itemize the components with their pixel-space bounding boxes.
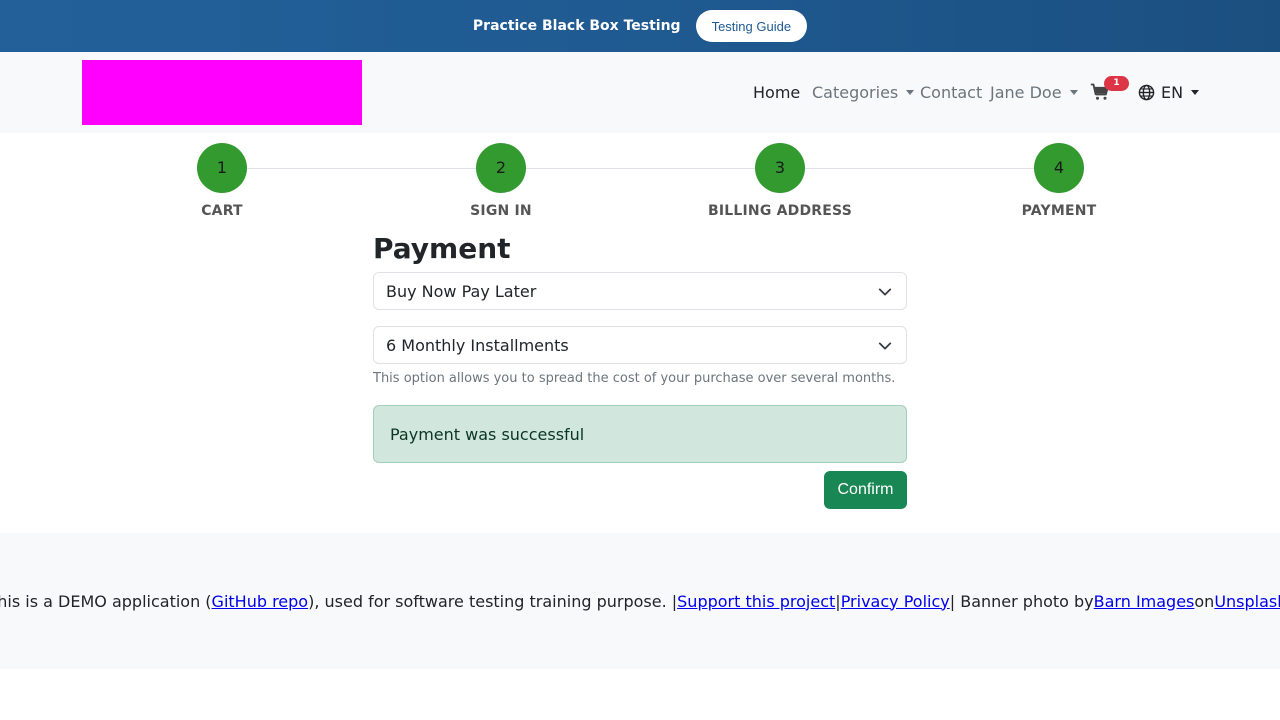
confirm-button[interactable]: Confirm [824,471,907,509]
footer-text: ), used for software testing training pu… [308,591,678,611]
cart-count-badge: 1 [1104,76,1129,91]
unsplash-link[interactable]: Unsplash [1214,592,1280,611]
nav-user-menu[interactable]: Jane Doe [990,52,1078,133]
step-billing-address: 3 BILLING ADDRESS [700,143,860,219]
step-sign-in: 2 SIGN IN [421,143,581,219]
stepper-line [222,168,1058,169]
footer-text: This is a DEMO application ( [0,591,212,611]
globe-icon [1138,84,1155,101]
nav-categories-dropdown[interactable]: Categories [812,52,915,133]
alert-text: Payment was successful [390,424,585,444]
nav-user-label: Jane Doe [990,83,1062,102]
payment-title: Payment [373,232,511,265]
payment-method-select[interactable]: Buy Now Pay Later [373,272,907,310]
language-dropdown[interactable]: EN [1138,52,1200,133]
footer-text: | Banner photo by [949,591,1094,611]
step-number: 1 [197,143,247,193]
chevron-down-icon [878,288,892,296]
navbar: Home Categories Contact Jane Doe 1 EN [0,52,1280,133]
step-number: 2 [476,143,526,193]
caret-down-icon [1069,90,1078,95]
caret-down-icon [906,90,915,95]
testing-guide-button[interactable]: Testing Guide [695,10,808,42]
step-number: 3 [755,143,805,193]
caret-down-icon [1191,90,1200,95]
installment-help-text: This option allows you to spread the cos… [373,371,896,386]
step-number: 4 [1034,143,1084,193]
step-cart: 1 CART [142,143,302,219]
barn-images-link[interactable]: Barn Images [1094,592,1195,611]
privacy-policy-link[interactable]: Privacy Policy [841,592,950,611]
footer: This is a DEMO application (GitHub repo)… [0,533,1280,669]
step-payment: 4 PAYMENT [979,143,1139,219]
github-repo-link[interactable]: GitHub repo [212,592,309,611]
installment-plan-value: 6 Monthly Installments [386,335,569,355]
top-banner: Practice Black Box Testing Testing Guide [0,0,1280,52]
chevron-down-icon [878,342,892,350]
language-label: EN [1161,83,1184,102]
step-label: CART [201,203,243,219]
logo[interactable] [82,60,362,125]
nav-home-label: Home [753,83,801,102]
payment-method-value: Buy Now Pay Later [386,281,537,301]
banner-text: Practice Black Box Testing [472,18,681,34]
nav-contact[interactable]: Contact [920,52,982,133]
installment-plan-select[interactable]: 6 Monthly Installments [373,326,907,364]
footer-text: on [1194,591,1215,611]
nav-contact-label: Contact [920,83,983,102]
step-label: BILLING ADDRESS [708,203,852,219]
support-project-link[interactable]: Support this project [677,592,835,611]
nav-categories-label: Categories [812,83,899,102]
nav-home[interactable]: Home [753,52,800,133]
step-label: SIGN IN [470,203,532,219]
step-label: PAYMENT [1021,203,1097,219]
payment-success-alert: Payment was successful [373,405,907,463]
